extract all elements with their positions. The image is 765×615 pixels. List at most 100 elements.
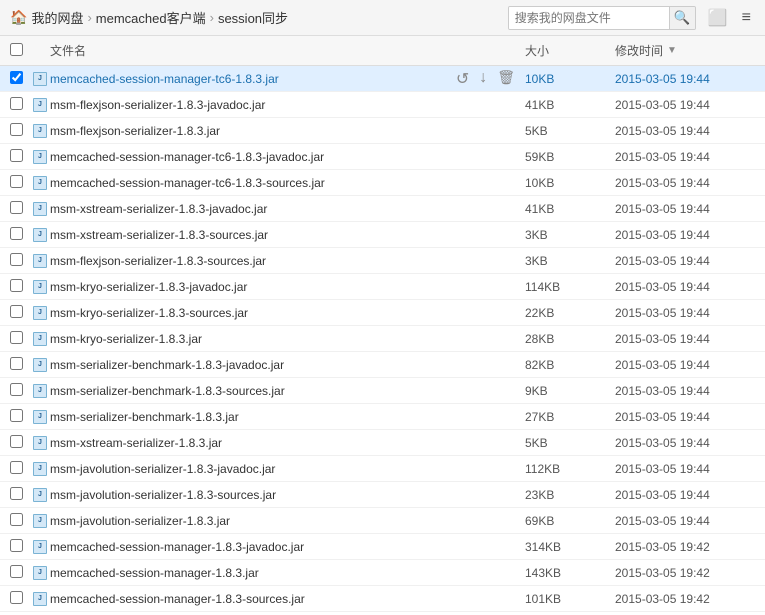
file-date: 2015-03-05 19:44	[615, 254, 755, 268]
table-row[interactable]: Jmsm-xstream-serializer-1.8.3-javadoc.ja…	[0, 196, 765, 222]
file-size: 10KB	[525, 72, 615, 86]
table-row[interactable]: Jmsm-flexjson-serializer-1.8.3-sources.j…	[0, 248, 765, 274]
row-checkbox[interactable]	[10, 565, 23, 578]
row-checkbox[interactable]	[10, 409, 23, 422]
table-row[interactable]: Jmsm-kryo-serializer-1.8.3-sources.jar22…	[0, 300, 765, 326]
row-checkbox[interactable]	[10, 71, 23, 84]
row-checkbox[interactable]	[10, 539, 23, 552]
share-button[interactable]: ↺	[454, 69, 471, 89]
row-checkbox[interactable]	[10, 591, 23, 604]
file-size: 101KB	[525, 592, 615, 606]
list-view-icon[interactable]: ≡	[738, 7, 755, 29]
row-checkbox-col	[10, 201, 30, 217]
row-checkbox[interactable]	[10, 461, 23, 474]
row-checkbox-col	[10, 253, 30, 269]
fullscreen-icon[interactable]: ⬜	[704, 6, 732, 30]
row-checkbox-col	[10, 227, 30, 243]
download-button[interactable]: ↓	[477, 69, 489, 89]
file-type-icon: J	[30, 462, 50, 476]
table-row[interactable]: Jmsm-javolution-serializer-1.8.3-javadoc…	[0, 456, 765, 482]
file-type-icon: J	[30, 410, 50, 424]
file-name: msm-xstream-serializer-1.8.3.jar	[50, 436, 525, 450]
delete-button[interactable]: 🗑	[495, 69, 517, 89]
file-name: msm-xstream-serializer-1.8.3-javadoc.jar	[50, 202, 525, 216]
row-checkbox[interactable]	[10, 97, 23, 110]
table-row[interactable]: Jmsm-serializer-benchmark-1.8.3-javadoc.…	[0, 352, 765, 378]
file-type-icon: J	[30, 540, 50, 554]
header-size[interactable]: 大小	[525, 42, 615, 59]
file-type-icon: J	[30, 202, 50, 216]
row-checkbox[interactable]	[10, 435, 23, 448]
table-row[interactable]: Jmemcached-session-manager-tc6-1.8.3.jar…	[0, 66, 765, 92]
row-checkbox-col	[10, 175, 30, 191]
row-checkbox[interactable]	[10, 383, 23, 396]
breadcrumb-sep2: ›	[210, 10, 214, 25]
file-size: 10KB	[525, 176, 615, 190]
table-row[interactable]: Jmemcached-session-manager-1.8.3-sources…	[0, 586, 765, 612]
breadcrumb-home[interactable]: 我的网盘	[31, 8, 83, 27]
row-checkbox[interactable]	[10, 305, 23, 318]
file-type-icon: J	[30, 436, 50, 450]
header-date[interactable]: 修改时间 ▼	[615, 42, 755, 59]
breadcrumb-session[interactable]: session同步	[218, 8, 288, 27]
row-checkbox[interactable]	[10, 175, 23, 188]
file-date: 2015-03-05 19:42	[615, 566, 755, 580]
table-row[interactable]: Jmemcached-session-manager-tc6-1.8.3-jav…	[0, 144, 765, 170]
select-all-checkbox[interactable]	[10, 43, 23, 56]
row-checkbox-col	[10, 461, 30, 477]
file-name: msm-serializer-benchmark-1.8.3.jar	[50, 410, 525, 424]
table-row[interactable]: Jmsm-javolution-serializer-1.8.3-sources…	[0, 482, 765, 508]
row-checkbox[interactable]	[10, 513, 23, 526]
file-date: 2015-03-05 19:44	[615, 202, 755, 216]
breadcrumb-sep1: ›	[87, 10, 91, 25]
table-row[interactable]: Jmemcached-session-manager-tc6-1.8.3-sou…	[0, 170, 765, 196]
table-row[interactable]: Jmsm-kryo-serializer-1.8.3.jar28KB2015-0…	[0, 326, 765, 352]
file-date: 2015-03-05 19:44	[615, 98, 755, 112]
file-type-icon: J	[30, 176, 50, 190]
row-checkbox[interactable]	[10, 357, 23, 370]
table-row[interactable]: Jmsm-kryo-serializer-1.8.3-javadoc.jar11…	[0, 274, 765, 300]
row-checkbox[interactable]	[10, 201, 23, 214]
search-icon: 🔍	[674, 10, 691, 26]
file-size: 22KB	[525, 306, 615, 320]
row-checkbox[interactable]	[10, 279, 23, 292]
file-name: msm-kryo-serializer-1.8.3-sources.jar	[50, 306, 525, 320]
row-checkbox[interactable]	[10, 227, 23, 240]
file-date: 2015-03-05 19:44	[615, 176, 755, 190]
table-row[interactable]: Jmsm-serializer-benchmark-1.8.3-sources.…	[0, 378, 765, 404]
row-checkbox[interactable]	[10, 123, 23, 136]
table-row[interactable]: Jmsm-xstream-serializer-1.8.3-sources.ja…	[0, 222, 765, 248]
file-type-icon: J	[30, 254, 50, 268]
table-row[interactable]: Jmsm-javolution-serializer-1.8.3.jar69KB…	[0, 508, 765, 534]
row-checkbox[interactable]	[10, 331, 23, 344]
row-checkbox-col	[10, 591, 30, 607]
file-type-icon: J	[30, 306, 50, 320]
file-size: 82KB	[525, 358, 615, 372]
home-icon: 🏠	[10, 9, 27, 26]
table-row[interactable]: Jmsm-flexjson-serializer-1.8.3.jar5KB201…	[0, 118, 765, 144]
file-size: 59KB	[525, 150, 615, 164]
file-type-icon: J	[30, 124, 50, 138]
row-checkbox[interactable]	[10, 487, 23, 500]
file-date: 2015-03-05 19:44	[615, 332, 755, 346]
file-type-icon: J	[30, 150, 50, 164]
row-checkbox[interactable]	[10, 253, 23, 266]
file-date: 2015-03-05 19:44	[615, 228, 755, 242]
table-row[interactable]: Jmsm-xstream-serializer-1.8.3.jar5KB2015…	[0, 430, 765, 456]
file-size: 41KB	[525, 98, 615, 112]
table-row[interactable]: Jmsm-serializer-benchmark-1.8.3.jar27KB2…	[0, 404, 765, 430]
table-row[interactable]: Jmemcached-session-manager-1.8.3-javadoc…	[0, 534, 765, 560]
file-date: 2015-03-05 19:44	[615, 514, 755, 528]
table-row[interactable]: Jmemcached-session-manager-1.8.3.jar143K…	[0, 560, 765, 586]
file-name: msm-kryo-serializer-1.8.3.jar	[50, 332, 525, 346]
file-date: 2015-03-05 19:44	[615, 384, 755, 398]
table-row[interactable]: Jmsm-flexjson-serializer-1.8.3-javadoc.j…	[0, 92, 765, 118]
row-checkbox-col	[10, 357, 30, 373]
row-checkbox[interactable]	[10, 149, 23, 162]
file-name: memcached-session-manager-1.8.3.jar	[50, 566, 525, 580]
search-button[interactable]: 🔍	[669, 7, 695, 29]
file-name: memcached-session-manager-1.8.3-javadoc.…	[50, 540, 525, 554]
search-input[interactable]	[509, 7, 669, 29]
file-name: msm-serializer-benchmark-1.8.3-javadoc.j…	[50, 358, 525, 372]
breadcrumb-memcached[interactable]: memcached客户端	[96, 8, 206, 27]
